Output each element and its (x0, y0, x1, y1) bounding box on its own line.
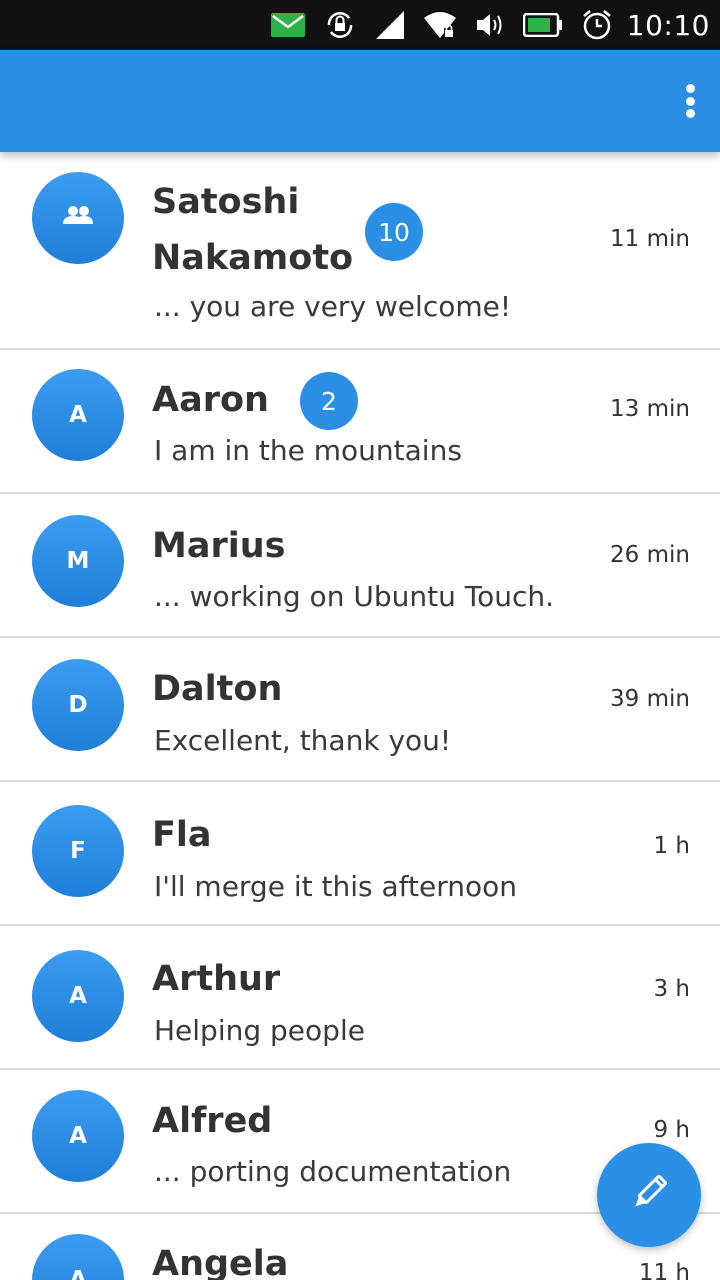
volume-icon (475, 11, 505, 39)
contact-name: Satoshi Nakamoto (152, 182, 354, 278)
contact-name: Fla (152, 815, 212, 855)
email-icon (270, 13, 305, 37)
message-time: 9 h (653, 1117, 690, 1143)
message-preview: I'll merge it this afternoon (154, 870, 517, 903)
contact-name: Angela (152, 1244, 289, 1280)
message-time: 3 h (653, 976, 690, 1002)
contact-name: Dalton (152, 669, 283, 709)
message-time: 39 min (610, 686, 690, 712)
avatar: D (32, 659, 124, 751)
conversation-item[interactable]: A Arthur 3 h Helping people (0, 926, 720, 1070)
avatar: F (32, 805, 124, 897)
signal-icon (375, 10, 405, 40)
message-time: 1 h (653, 833, 690, 859)
message-preview: Excellent, thank you! (154, 724, 452, 757)
conversation-item[interactable]: A Aaron 2 13 min I am in the mountains (0, 350, 720, 494)
message-preview: ... you are very welcome! (154, 290, 512, 323)
conversation-item[interactable]: Satoshi Nakamoto 10 11 min ... you are v… (0, 152, 720, 350)
conversation-item[interactable]: M Marius 26 min ... working on Ubuntu To… (0, 494, 720, 638)
message-preview: ... working on Ubuntu Touch. (154, 580, 554, 613)
avatar: A (32, 950, 124, 1042)
avatar: M (32, 515, 124, 607)
message-time: 26 min (610, 542, 690, 568)
avatar: A (32, 369, 124, 461)
pencil-icon (626, 1170, 672, 1220)
status-time: 10:10 (626, 8, 710, 42)
contact-name: Alfred (152, 1101, 273, 1141)
contact-name: Aaron (152, 380, 269, 420)
avatar: A (32, 1090, 124, 1182)
conversation-item[interactable]: D Dalton 39 min Excellent, thank you! (0, 638, 720, 782)
message-time: 11 h (638, 1260, 690, 1280)
unread-badge: 10 (365, 203, 423, 261)
app-header (0, 50, 720, 152)
screen: 10:10 Satoshi Nakamoto 10 11 min ... you… (0, 0, 720, 1280)
conversation-item[interactable]: F Fla 1 h I'll merge it this afternoon (0, 782, 720, 926)
alarm-icon (581, 9, 613, 41)
wifi-icon (423, 11, 457, 39)
message-preview: ... porting documentation (154, 1155, 512, 1188)
avatar (32, 172, 124, 264)
contact-name: Arthur (152, 959, 281, 999)
message-preview: Helping people (154, 1014, 365, 1047)
message-preview: I am in the mountains (154, 434, 462, 467)
overflow-menu-icon[interactable] (678, 78, 702, 124)
unread-badge: 2 (300, 372, 358, 430)
battery-icon (522, 13, 563, 37)
conversation-list: Satoshi Nakamoto 10 11 min ... you are v… (0, 152, 720, 1280)
status-bar: 10:10 (0, 0, 720, 50)
compose-button[interactable] (597, 1143, 701, 1247)
message-time: 13 min (610, 396, 690, 422)
rotation-lock-icon (323, 10, 357, 40)
message-time: 11 min (610, 226, 690, 252)
avatar: A (32, 1234, 124, 1280)
group-icon (62, 205, 94, 231)
contact-name: Marius (152, 526, 286, 566)
